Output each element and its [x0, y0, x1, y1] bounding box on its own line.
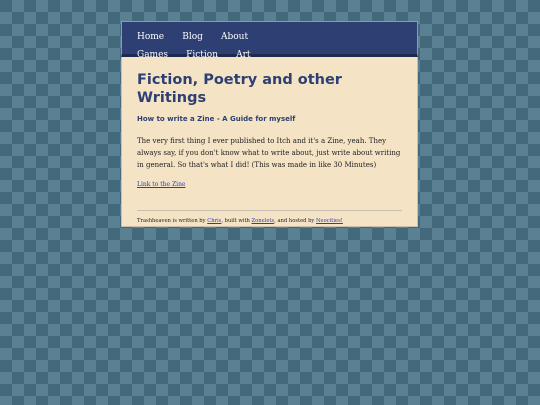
top-nav: Home Blog About Games Fiction Art	[121, 21, 418, 60]
page-container: Home Blog About Games Fiction Art Fictio…	[121, 21, 418, 227]
nav-row-primary: Home Blog About	[137, 27, 417, 45]
main-content: Fiction, Poetry and other Writings How t…	[121, 57, 418, 227]
footer: Trashheaven is written by Chris, built w…	[137, 217, 402, 225]
zine-link[interactable]: Link to the Zine	[137, 181, 185, 189]
nav-link-games[interactable]: Games	[137, 48, 168, 62]
nav-link-fiction[interactable]: Fiction	[186, 48, 218, 62]
footer-middle2: , and hosted by	[274, 218, 317, 224]
footer-divider	[137, 210, 402, 211]
page-title: Fiction, Poetry and other Writings	[137, 72, 342, 106]
post-title: How to write a Zine - A Guide for myself	[137, 115, 296, 123]
footer-host-link[interactable]: Neocities!	[316, 218, 343, 224]
footer-zonelets-link[interactable]: Zonelets	[252, 218, 275, 224]
footer-middle: , built with	[221, 218, 252, 224]
footer-prefix: Trashheaven is written by	[137, 218, 208, 224]
nav-link-home[interactable]: Home	[137, 30, 164, 44]
post-body: The very first thing I ever published to…	[137, 137, 401, 169]
nav-link-art[interactable]: Art	[236, 48, 250, 62]
footer-author-link[interactable]: Chris	[207, 218, 221, 224]
